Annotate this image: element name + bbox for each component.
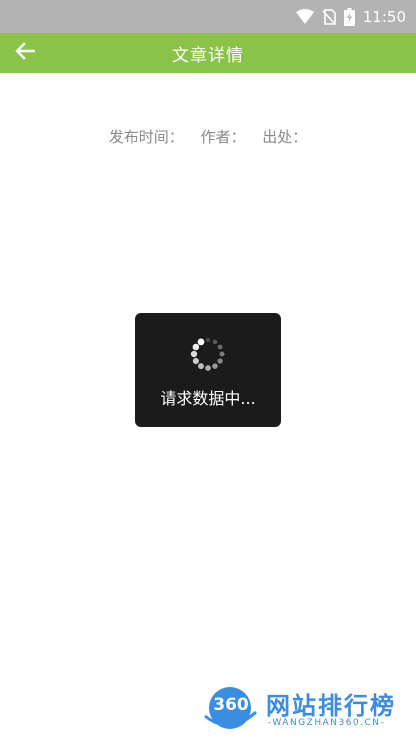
spinner-dot bbox=[205, 365, 211, 371]
spinner-dot bbox=[190, 350, 198, 358]
watermark-logo: 360 网站排行榜 -WANGZHAN360.CN- bbox=[200, 684, 408, 736]
loading-text: 请求数据中... bbox=[160, 389, 256, 408]
author-label: 作者： bbox=[200, 128, 246, 146]
app-bar: 文章详情 bbox=[0, 33, 416, 73]
watermark-subtitle: -WANGZHAN360.CN- bbox=[268, 718, 386, 728]
no-sim-icon bbox=[322, 8, 336, 25]
battery-charging-icon bbox=[343, 7, 355, 26]
spinner-dot bbox=[205, 337, 211, 343]
source-label: 出处： bbox=[262, 128, 308, 146]
loading-dialog: 请求数据中... bbox=[135, 313, 281, 427]
arrow-left-icon bbox=[15, 42, 36, 64]
page-title: 文章详情 bbox=[172, 45, 244, 66]
spinner-dot bbox=[192, 357, 199, 365]
watermark-title: 网站排行榜 bbox=[266, 692, 396, 720]
wifi-icon bbox=[295, 8, 314, 25]
spinner-dot bbox=[219, 351, 225, 357]
back-button[interactable] bbox=[10, 39, 40, 67]
status-time: 11:50 bbox=[362, 7, 406, 26]
status-bar: 11:50 bbox=[0, 0, 416, 33]
spinner-dot bbox=[192, 343, 200, 351]
spinner-dot bbox=[212, 363, 218, 369]
spinner-dot bbox=[212, 339, 218, 345]
loading-spinner-icon bbox=[190, 337, 225, 371]
spinner-dot bbox=[217, 358, 223, 364]
article-meta: 发布时间： 作者： 出处： bbox=[0, 126, 416, 147]
watermark-badge-text: 360 bbox=[213, 695, 249, 715]
spinner-dot bbox=[197, 338, 205, 346]
spinner-dot bbox=[198, 363, 204, 370]
spinner-dot bbox=[217, 344, 223, 350]
publish-time-label: 发布时间： bbox=[108, 128, 184, 146]
